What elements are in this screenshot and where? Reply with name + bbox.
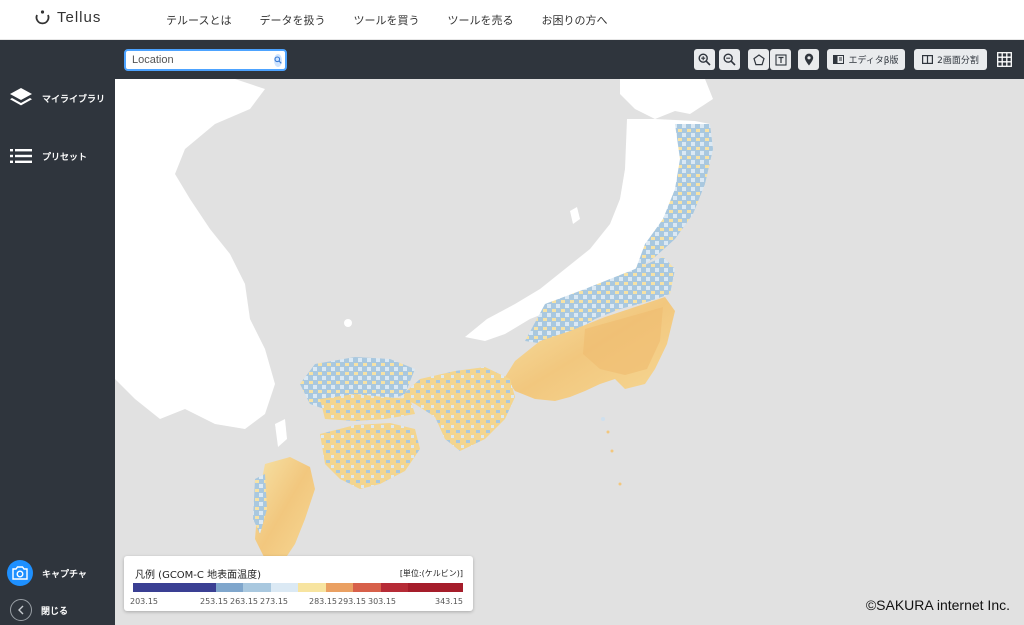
island — [344, 319, 352, 327]
capture-label: キャプチャ — [42, 569, 87, 580]
korea-landmass — [115, 79, 275, 429]
map-toolbar: エディタβ版 2画面分割 — [115, 40, 1024, 79]
search-icon[interactable] — [274, 53, 282, 67]
legend-color-segment — [408, 583, 436, 592]
text-box-icon — [774, 53, 787, 66]
island — [601, 417, 605, 421]
legend-tick: 263.15 — [230, 597, 258, 606]
sidebar-item-presets[interactable]: プリセット — [9, 144, 87, 168]
location-search — [124, 49, 287, 71]
sidebar: マイライブラリ プリセット キャプチャ 閉じる — [0, 40, 115, 625]
zoom-in-button[interactable] — [694, 49, 715, 70]
legend-tick: 283.15 — [309, 597, 337, 606]
editor-beta-button[interactable]: エディタβ版 — [827, 49, 905, 70]
island — [618, 482, 622, 486]
search-input[interactable] — [126, 54, 274, 66]
tellus-logo-icon — [35, 10, 50, 25]
legend-tick: 293.15 — [338, 597, 366, 606]
polygon-tool-button[interactable] — [748, 49, 769, 70]
legend-color-segment — [270, 583, 298, 592]
legend-tick: 273.15 — [260, 597, 288, 606]
shikoku-region — [320, 423, 420, 489]
legend-tick: 303.15 — [368, 597, 396, 606]
split-screen-button[interactable]: 2画面分割 — [914, 49, 987, 70]
nav-buy-tools[interactable]: ツールを買う — [353, 12, 419, 28]
legend-tick: 203.15 — [130, 597, 158, 606]
list-icon — [9, 144, 33, 168]
tellus-logo[interactable]: Tellus — [34, 9, 101, 26]
editor-icon — [833, 55, 845, 64]
editor-label: エディタβ版 — [848, 56, 899, 66]
legend-color-segment — [298, 583, 326, 592]
legend-tick: 343.15 — [435, 597, 463, 606]
close-label: 閉じる — [41, 606, 69, 617]
legend-tick: 253.15 — [200, 597, 228, 606]
legend-color-segment — [160, 583, 188, 592]
island — [606, 430, 610, 434]
main-nav: テルースとは データを扱う ツールを買う ツールを売る お困りの方へ — [166, 0, 635, 40]
legend-ticks: 203.15 253.15 263.15 273.15 283.15 293.1… — [124, 597, 473, 609]
camera-icon — [7, 560, 33, 586]
grid-icon — [997, 52, 1012, 67]
chugoku-coast — [320, 394, 415, 421]
pentagon-icon — [752, 53, 765, 65]
legend-color-bar — [133, 583, 463, 592]
legend-color-segment — [380, 583, 408, 592]
legend-color-segment — [435, 583, 463, 592]
top-header: Tellus テルースとは データを扱う ツールを買う ツールを売る お困りの方… — [0, 0, 1024, 40]
japan-surface-temperature-map — [115, 79, 713, 602]
map-legend: 凡例 (GCOM-C 地表面温度) [単位:(ケルビン)] 203.15 253… — [124, 556, 473, 611]
legend-color-segment — [243, 583, 271, 592]
sidebar-item-label: マイライブラリ — [42, 94, 106, 105]
sado-island — [570, 207, 580, 224]
pin-tool-button[interactable] — [798, 49, 819, 70]
chevron-left-icon — [10, 599, 32, 621]
legend-color-segment — [215, 583, 243, 592]
zoom-out-button[interactable] — [719, 49, 740, 70]
legend-title: 凡例 (GCOM-C 地表面温度) — [135, 570, 261, 581]
nav-data[interactable]: データを扱う — [259, 12, 325, 28]
legend-color-segment — [188, 583, 216, 592]
grid-button[interactable] — [994, 49, 1015, 70]
sidebar-item-label: プリセット — [42, 152, 88, 163]
split-screen-icon — [922, 55, 934, 64]
nav-help[interactable]: お困りの方へ — [541, 12, 607, 28]
legend-color-segment — [325, 583, 353, 592]
nav-about[interactable]: テルースとは — [166, 12, 231, 28]
island — [610, 449, 614, 453]
hokkaido-landmass — [620, 79, 713, 119]
legend-color-segment — [353, 583, 381, 592]
close-sidebar-button[interactable]: 閉じる — [10, 599, 68, 621]
layers-icon — [9, 86, 33, 110]
tsushima-island — [275, 419, 287, 447]
legend-unit: [単位:(ケルビン)] — [399, 569, 463, 578]
split-label: 2画面分割 — [937, 56, 979, 66]
map-view[interactable] — [115, 79, 1024, 625]
legend-color-segment — [133, 583, 161, 592]
sidebar-item-my-library[interactable]: マイライブラリ — [9, 86, 105, 110]
logo-text: Tellus — [57, 9, 102, 26]
copyright-text: ©SAKURA internet Inc. — [865, 597, 1010, 613]
text-tool-button[interactable] — [770, 49, 791, 70]
map-pin-icon — [804, 53, 813, 66]
nav-sell-tools[interactable]: ツールを売る — [447, 12, 513, 28]
capture-button[interactable]: キャプチャ — [7, 560, 87, 586]
zoom-out-icon — [723, 53, 736, 66]
zoom-in-icon — [698, 53, 711, 66]
